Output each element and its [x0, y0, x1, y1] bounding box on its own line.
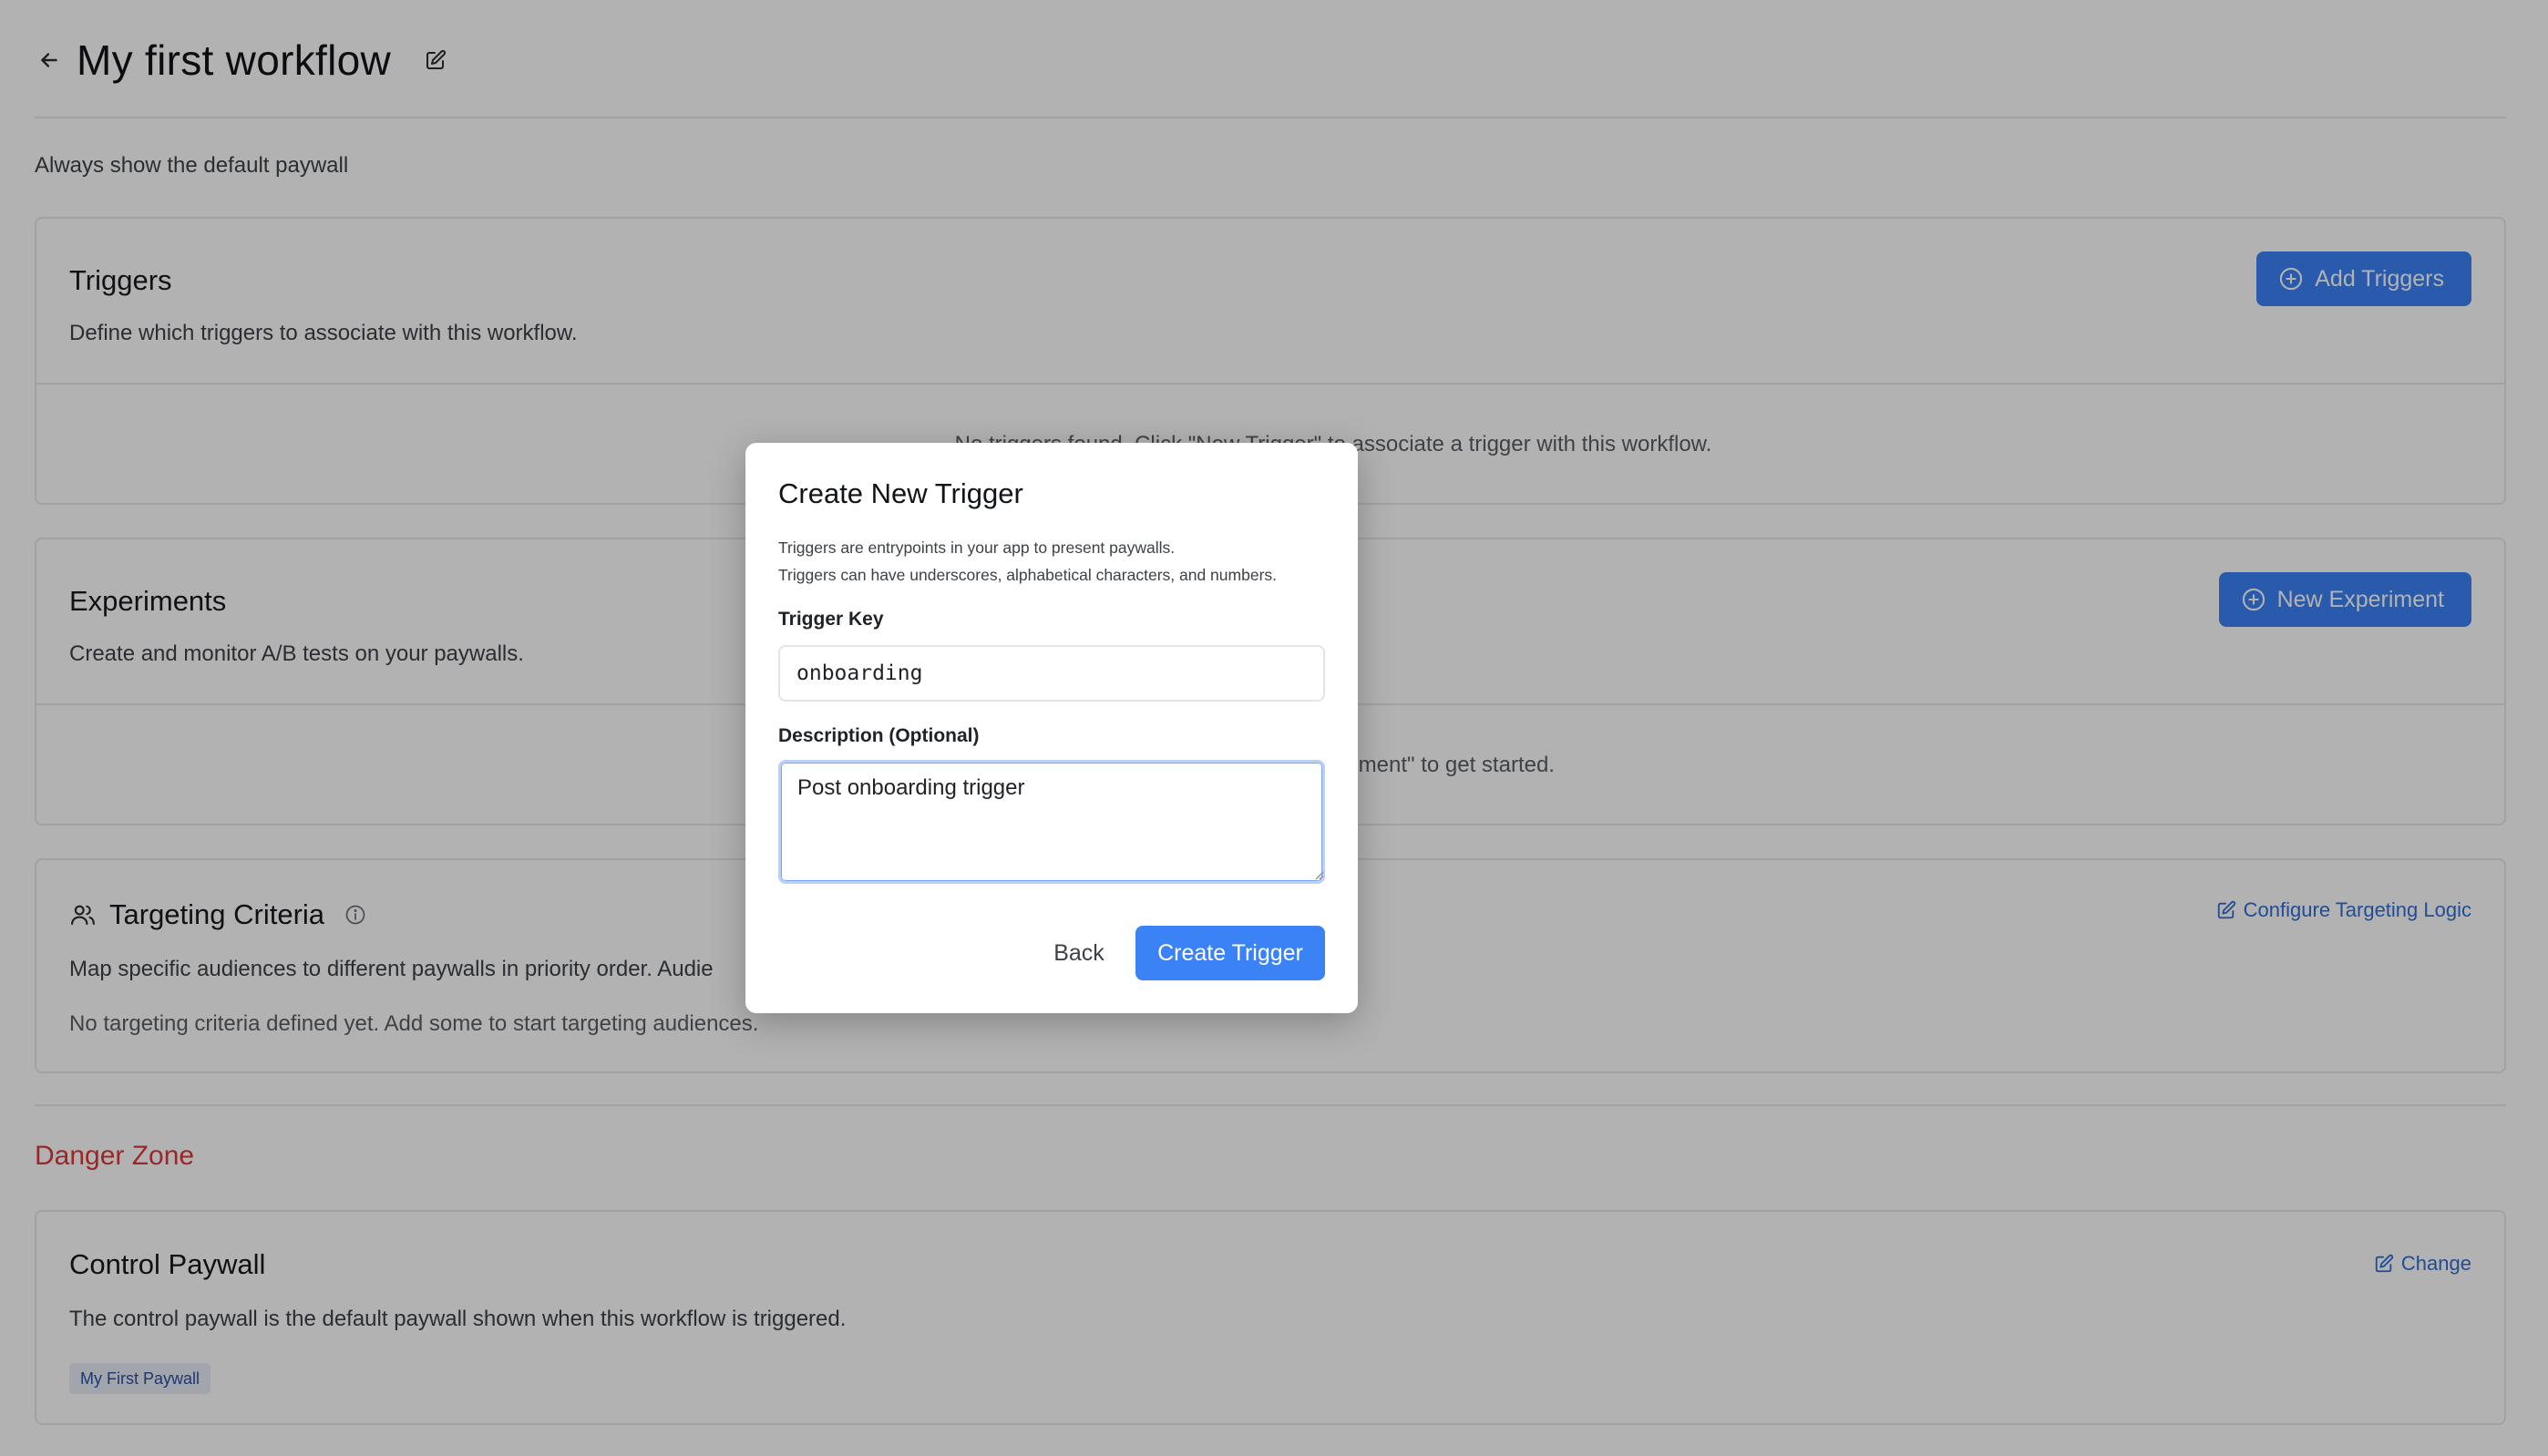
modal-description-line-2: Triggers can have underscores, alphabeti… — [778, 566, 1278, 584]
create-trigger-button[interactable]: Create Trigger — [1135, 926, 1325, 980]
trigger-key-input[interactable] — [778, 645, 1325, 702]
create-trigger-modal: Create New Trigger Triggers are entrypoi… — [745, 443, 1358, 1013]
description-textarea[interactable]: Post onboarding trigger — [778, 760, 1325, 884]
modal-title: Create New Trigger — [778, 477, 1023, 509]
trigger-key-label: Trigger Key — [778, 609, 884, 630]
modal-description: Triggers are entrypoints in your app to … — [778, 534, 1277, 589]
resize-grip-icon[interactable] — [1311, 867, 1324, 880]
description-field-wrapper: Post onboarding trigger — [745, 760, 1358, 887]
description-label: Description (Optional) — [778, 725, 980, 746]
modal-description-line-1: Triggers are entrypoints in your app to … — [778, 538, 1176, 557]
back-button[interactable]: Back — [1043, 926, 1115, 980]
